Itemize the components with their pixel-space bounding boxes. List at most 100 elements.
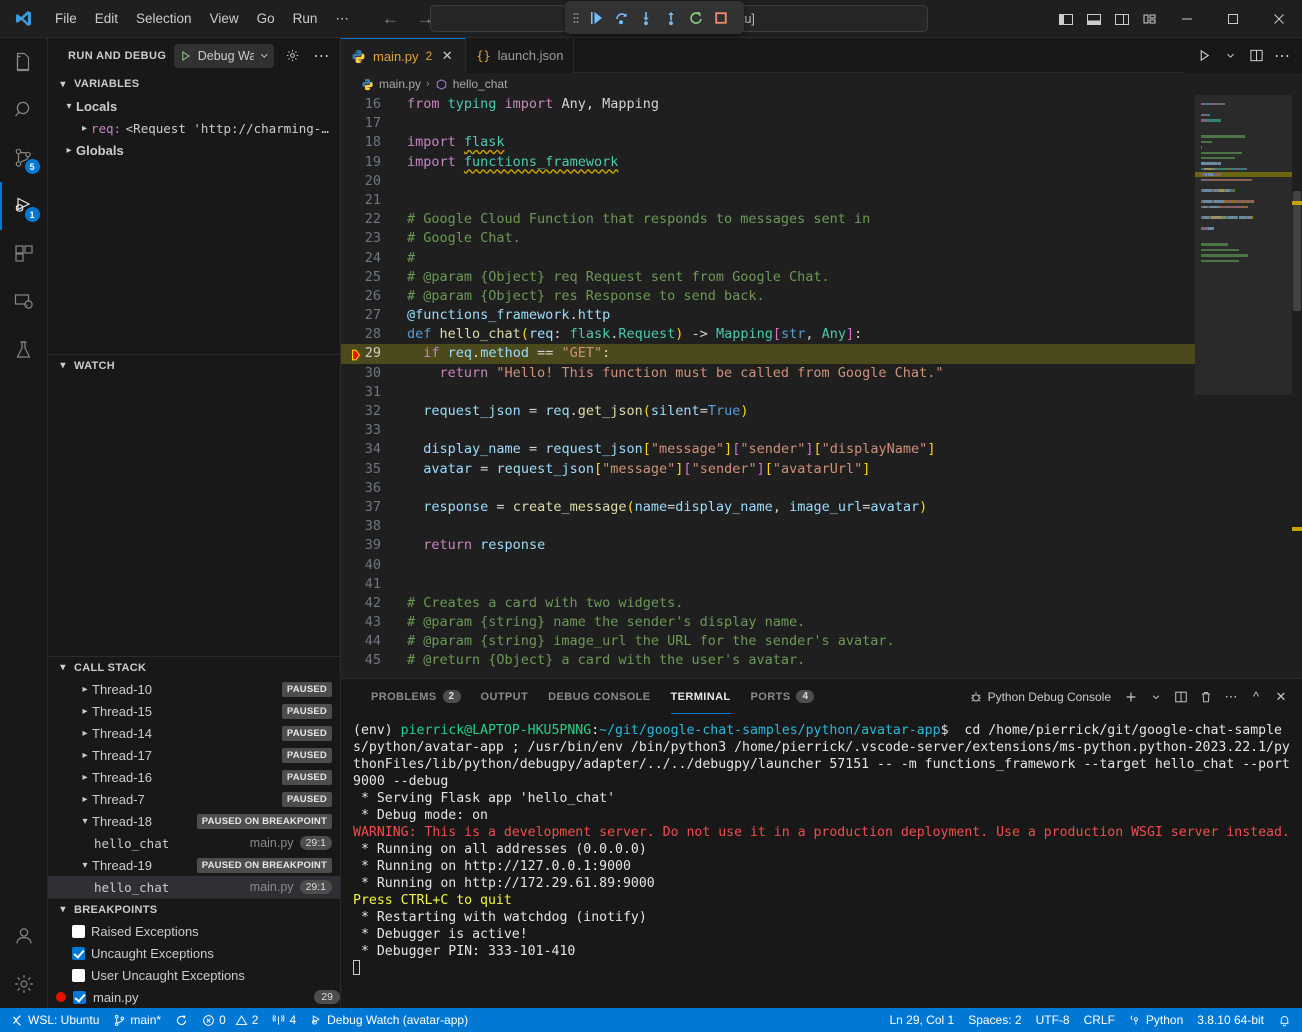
code-line-31[interactable]: 31 (341, 383, 1195, 402)
code-line-43[interactable]: 43# @param {string} name the sender's di… (341, 613, 1195, 632)
panel-tab-debug-console[interactable]: DEBUG CONSOLE (538, 679, 660, 714)
more-actions-icon[interactable]: ⋯ (1220, 686, 1242, 708)
checkbox-icon[interactable] (72, 969, 85, 982)
call-stack-frame[interactable]: hello_chat main.py 29:1 (48, 832, 340, 854)
call-stack-thread[interactable]: ▸ Thread-10 PAUSED (48, 678, 340, 700)
more-actions-icon[interactable]: ⋯ (1270, 44, 1294, 68)
status-problems[interactable]: 0 2 (195, 1009, 265, 1031)
menu-more[interactable]: ⋯ (326, 7, 358, 31)
status-debug-session[interactable]: Debug Watch (avatar-app) (303, 1009, 475, 1031)
debug-settings-gear-icon[interactable] (282, 45, 303, 67)
code-lines[interactable]: 16from typing import Any, Mapping1718imp… (341, 95, 1195, 678)
variables-scope-locals[interactable]: ▾ Locals (48, 95, 340, 117)
code-line-38[interactable]: 38 (341, 517, 1195, 536)
call-stack-frame-selected[interactable]: hello_chat main.py 29:1 (48, 876, 340, 898)
code-line-26[interactable]: 26# @param {Object} res Response to send… (341, 287, 1195, 306)
chevron-down-icon[interactable] (1145, 686, 1167, 708)
panel-tab-ports[interactable]: PORTS 4 (741, 679, 825, 714)
code-line-24[interactable]: 24# (341, 249, 1195, 268)
sidebar-more-actions-icon[interactable]: ⋯ (311, 45, 332, 67)
code-line-37[interactable]: 37 response = create_message(name=displa… (341, 498, 1195, 517)
code-line-20[interactable]: 20 (341, 172, 1195, 191)
activity-accounts[interactable] (0, 912, 48, 960)
drag-handle-icon[interactable] (569, 10, 583, 26)
continue-icon[interactable] (583, 5, 608, 30)
activity-remote-explorer[interactable]: >_ (0, 278, 48, 326)
watch-expressions-list[interactable] (48, 376, 340, 656)
checkbox-icon[interactable] (72, 925, 85, 938)
menu-edit[interactable]: Edit (86, 7, 127, 30)
call-stack-thread[interactable]: ▸ Thread-17 PAUSED (48, 744, 340, 766)
restart-icon[interactable] (683, 5, 708, 30)
step-over-icon[interactable] (608, 5, 633, 30)
step-out-icon[interactable] (658, 5, 683, 30)
menu-file[interactable]: File (46, 7, 86, 30)
tab-main-py[interactable]: main.py 2 ✕ (341, 38, 466, 73)
status-python-interpreter[interactable]: 3.8.10 64-bit (1190, 1009, 1271, 1031)
panel-tab-output[interactable]: OUTPUT (471, 679, 539, 714)
toggle-secondary-sidebar-icon[interactable] (1108, 0, 1136, 38)
breadcrumb-file[interactable]: main.py (379, 77, 421, 91)
code-line-42[interactable]: 42# Creates a card with two widgets. (341, 594, 1195, 613)
call-stack-thread[interactable]: ▸ Thread-16 PAUSED (48, 766, 340, 788)
code-line-36[interactable]: 36 (341, 479, 1195, 498)
status-sync-changes[interactable] (168, 1009, 195, 1031)
toggle-primary-sidebar-icon[interactable] (1052, 0, 1080, 38)
activity-testing[interactable] (0, 326, 48, 374)
code-line-44[interactable]: 44# @param {string} image_url the URL fo… (341, 632, 1195, 651)
status-remote-host[interactable]: WSL: Ubuntu (4, 1009, 106, 1031)
breakpoint-user-uncaught-exceptions[interactable]: User Uncaught Exceptions (48, 964, 340, 986)
variables-scope-globals[interactable]: ▸ Globals (48, 139, 340, 161)
go-back-icon[interactable]: ← (382, 10, 399, 27)
chevron-down-icon[interactable] (1218, 44, 1242, 68)
call-stack-thread[interactable]: ▸ Thread-15 PAUSED (48, 700, 340, 722)
stop-icon[interactable] (708, 5, 733, 30)
status-git-branch[interactable]: main* (106, 1009, 168, 1031)
menu-selection[interactable]: Selection (127, 7, 201, 30)
code-line-27[interactable]: 27@functions_framework.http (341, 306, 1195, 325)
terminal-output[interactable]: (env) pierrick@LAPTOP-HKU5PNNG:~/git/goo… (341, 714, 1302, 1008)
breakpoint-raised-exceptions[interactable]: Raised Exceptions (48, 920, 340, 942)
split-terminal-icon[interactable] (1170, 686, 1192, 708)
activity-explorer[interactable] (0, 38, 48, 86)
code-line-18[interactable]: 18import flask (341, 133, 1195, 152)
run-python-file-icon[interactable] (1192, 44, 1216, 68)
panel-tab-terminal[interactable]: TERMINAL (661, 679, 741, 714)
activity-run-and-debug[interactable]: 1 (0, 182, 48, 230)
activity-source-control[interactable]: 5 (0, 134, 48, 182)
status-notifications[interactable] (1271, 1009, 1298, 1031)
code-line-21[interactable]: 21 (341, 191, 1195, 210)
code-line-23[interactable]: 23# Google Chat. (341, 229, 1195, 248)
code-line-34[interactable]: 34 display_name = request_json["message"… (341, 440, 1195, 459)
call-stack-thread[interactable]: ▾ Thread-18 PAUSED ON BREAKPOINT (48, 810, 340, 832)
code-line-30[interactable]: 30 return "Hello! This function must be … (341, 364, 1195, 383)
status-language-mode[interactable]: Python (1122, 1009, 1190, 1031)
minimize-icon[interactable] (1164, 0, 1210, 38)
breakpoint-uncaught-exceptions[interactable]: Uncaught Exceptions (48, 942, 340, 964)
call-stack-thread[interactable]: ▾ Thread-19 PAUSED ON BREAKPOINT (48, 854, 340, 876)
scrollbar-thumb[interactable] (1293, 191, 1301, 311)
minimap[interactable] (1195, 95, 1302, 678)
step-into-icon[interactable] (633, 5, 658, 30)
call-stack-thread[interactable]: ▸ Thread-14 PAUSED (48, 722, 340, 744)
launch-configuration-picker[interactable]: Debug Wa (174, 44, 273, 68)
close-icon[interactable] (1256, 0, 1302, 38)
section-breakpoints-header[interactable]: ▾ BREAKPOINTS (48, 898, 340, 920)
status-encoding[interactable]: UTF-8 (1029, 1009, 1077, 1031)
tab-close-icon[interactable]: ✕ (439, 48, 455, 64)
status-ports[interactable]: 4 (265, 1009, 303, 1031)
checkbox-checked-icon[interactable] (73, 991, 86, 1004)
menu-view[interactable]: View (201, 7, 248, 30)
checkbox-checked-icon[interactable] (72, 947, 85, 960)
kill-terminal-icon[interactable] (1195, 686, 1217, 708)
active-terminal-name[interactable]: Python Debug Console (969, 690, 1111, 704)
editor-scrollbar[interactable] (1292, 95, 1302, 678)
section-variables-header[interactable]: ▾ VARIABLES (48, 73, 340, 95)
status-eol[interactable]: CRLF (1077, 1009, 1122, 1031)
menu-bar[interactable]: File Edit Selection View Go Run ⋯ (46, 7, 358, 31)
maximize-icon[interactable] (1210, 0, 1256, 38)
code-line-32[interactable]: 32 request_json = req.get_json(silent=Tr… (341, 402, 1195, 421)
breakpoint-main-py[interactable]: main.py 29 (48, 986, 340, 1008)
code-line-25[interactable]: 25# @param {Object} req Request sent fro… (341, 268, 1195, 287)
code-line-33[interactable]: 33 (341, 421, 1195, 440)
